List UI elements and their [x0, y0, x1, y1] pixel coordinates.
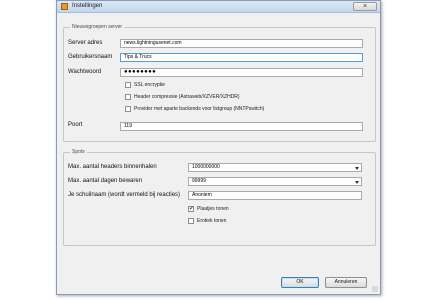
chevron-down-icon [355, 167, 359, 170]
password-label: Wachtwoord [68, 69, 102, 75]
server-address-input[interactable]: news.lightningusenet.com [120, 39, 363, 48]
settings-dialog: Instellingen × Nieuwsgroepen server Serv… [56, 0, 381, 295]
window-title: Instellingen [72, 3, 103, 9]
max-headers-label: Max. aantal headers binnenhalen [68, 164, 157, 170]
provider-backends-checkbox[interactable] [125, 106, 131, 112]
header-compression-label: Header compressie (Astraweb/XZVER/XZHDR) [134, 94, 240, 100]
close-icon: × [362, 3, 368, 10]
spots-group: Spots Max. aantal headers binnenhalen 10… [63, 149, 376, 246]
ok-button[interactable]: OK [281, 277, 319, 288]
title-bar: Instellingen × [57, 1, 380, 13]
show-images-label: Plaatjes tonen [197, 206, 229, 212]
provider-backends-label: Provider met aparte backends voor listgr… [134, 106, 265, 112]
show-images-row[interactable]: ✔ Plaatjes tonen [188, 206, 308, 214]
nickname-input[interactable]: Anoniem [188, 191, 362, 200]
max-days-value: 99999 [192, 178, 206, 184]
check-icon: ✔ [189, 206, 195, 212]
max-days-label: Max. aantal dagen bewaren [68, 178, 143, 184]
max-headers-select[interactable]: 1000000000 [188, 163, 362, 172]
spots-legend: Spots [70, 149, 87, 156]
show-erotic-label: Erotiek tonen [197, 218, 227, 224]
provider-backends-row[interactable]: Provider met aparte backends voor listgr… [125, 106, 365, 114]
ssl-checkbox-row[interactable]: SSL encryptie [125, 82, 325, 90]
username-input[interactable]: Tips & Trucs [120, 53, 363, 62]
nickname-label: Je schuilnaam (wordt vermeld bij reactie… [68, 192, 181, 198]
resize-grip[interactable] [372, 286, 378, 292]
server-address-label: Server adres [68, 40, 103, 46]
cancel-button[interactable]: Annuleren [325, 277, 367, 288]
max-days-select[interactable]: 99999 [188, 177, 362, 186]
newsgroup-server-legend: Nieuwsgroepen server [70, 24, 125, 31]
show-images-checkbox[interactable]: ✔ [188, 206, 194, 212]
username-label: Gebruikersnaam [68, 54, 113, 60]
show-erotic-checkbox[interactable] [188, 218, 194, 224]
password-input[interactable]: ●●●●●●●● [120, 68, 363, 77]
app-icon [61, 3, 68, 10]
close-button[interactable]: × [353, 2, 377, 11]
header-compression-row[interactable]: Header compressie (Astraweb/XZVER/XZHDR) [125, 94, 355, 102]
ssl-label: SSL encryptie [134, 82, 165, 88]
max-headers-value: 1000000000 [192, 164, 220, 170]
header-compression-checkbox[interactable] [125, 94, 131, 100]
ssl-checkbox[interactable] [125, 82, 131, 88]
port-label: Poort [68, 122, 83, 128]
newsgroup-server-group: Nieuwsgroepen server Server adres news.l… [63, 24, 376, 142]
show-erotic-row[interactable]: Erotiek tonen [188, 218, 308, 226]
port-input[interactable]: 119 [120, 122, 363, 131]
chevron-down-icon [355, 181, 359, 184]
